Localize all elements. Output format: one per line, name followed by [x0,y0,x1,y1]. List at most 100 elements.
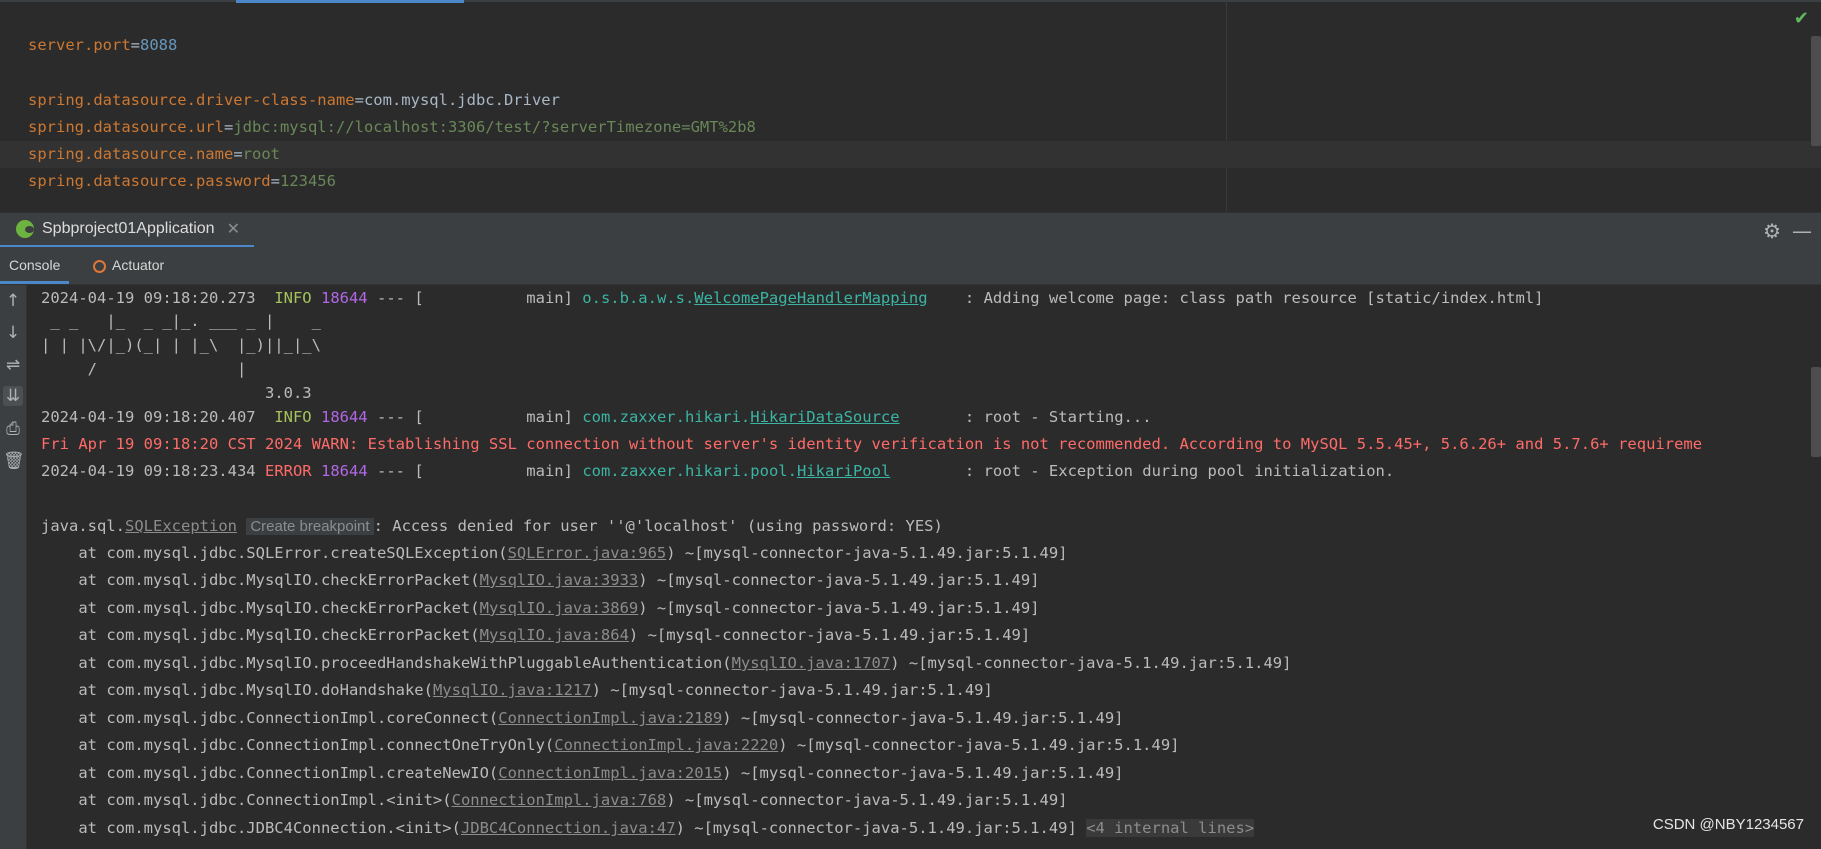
source-link[interactable]: MysqlIO.java:3933 [480,571,639,589]
check-icon: ✔ [1793,8,1809,29]
gear-icon[interactable]: ⚙ [1763,219,1781,243]
console-scrollbar[interactable] [1811,367,1821,457]
exception-class-link[interactable]: SQLException [125,517,237,535]
log-message: : Adding welcome page: class path resour… [927,289,1544,307]
log-timestamp: 2024-04-19 09:18:20.273 [41,289,256,307]
editor-scrollbar[interactable] [1811,36,1821,146]
stack-frame: at com.mysql.jdbc.SQLError.createSQLExce… [41,544,1068,562]
source-link[interactable]: MysqlIO.java:1217 [433,681,592,699]
equals-sign: = [233,145,243,163]
logger-class-link[interactable]: HikariPool [797,462,890,480]
run-config-tab[interactable]: Spbproject01Application ✕ [0,213,254,248]
stack-frame: at com.mysql.jdbc.MysqlIO.doHandshake(My… [41,681,993,699]
log-thread: --- [ main] [367,408,583,426]
soft-wrap-icon[interactable]: ⇌ [3,355,23,375]
log-thread: --- [ main] [367,289,583,307]
code-line[interactable]: server.port=8088 [28,32,177,59]
property-value: 8088 [140,36,178,54]
stack-frame: at com.mysql.jdbc.JDBC4Connection.<init>… [41,819,1255,837]
log-level-error: ERROR [264,462,312,480]
run-sub-tabs: Console Actuator [0,247,1821,285]
property-key: spring.datasource.password [28,172,271,190]
source-link[interactable]: MysqlIO.java:864 [480,626,629,644]
source-link[interactable]: JDBC4Connection.java:47 [461,819,676,837]
source-link[interactable]: ConnectionImpl.java:2189 [498,709,722,727]
property-value: root [242,145,280,163]
scroll-to-end-icon[interactable]: ⇊ [3,386,23,406]
log-pid: 18644 [321,462,368,480]
exception-message: : Access denied for user ''@'localhost' … [373,517,943,535]
log-timestamp: 2024-04-19 09:18:20.407 [41,408,256,426]
source-link[interactable]: MysqlIO.java:3869 [480,599,639,617]
stack-frame: at com.mysql.jdbc.MysqlIO.checkErrorPack… [41,626,1031,644]
internal-lines-fold[interactable]: <4 internal lines> [1086,819,1255,837]
console-toolbar: ↑ ↓ ⇌ ⇊ ⎙ 🗑 [0,285,27,849]
property-key: spring.datasource.driver-class-name [28,91,355,109]
code-line[interactable]: spring.datasource.driver-class-name=com.… [28,87,560,114]
code-line[interactable]: spring.datasource.url=jdbc:mysql://local… [28,114,756,141]
property-key: spring.datasource.name [28,145,234,163]
arrow-down-icon[interactable]: ↓ [3,323,23,343]
equals-sign: = [130,36,140,54]
exception-line: java.sql.SQLException Create breakpoint:… [41,513,943,540]
run-config-tab-label: Spbproject01Application [42,220,215,237]
log-message: : root - Exception during pool initializ… [890,462,1395,480]
tab-console[interactable]: Console [0,247,70,284]
right-margin-guide [1226,0,1227,212]
stack-frame: at com.mysql.jdbc.MysqlIO.checkErrorPack… [41,599,1040,617]
logger-package: com.zaxxer.hikari.pool. [582,462,797,480]
tab-actuator-label: Actuator [112,257,165,273]
run-tool-window-header: Spbproject01Application ✕ ⚙ — [0,212,1821,248]
property-value: com.mysql.jdbc.Driver [363,91,560,109]
log-message: : root - Starting... [899,408,1152,426]
print-icon[interactable]: ⎙ [3,419,23,439]
logger-name[interactable]: o.s.b.a.w.s.WelcomePageHandlerMapping [582,289,927,307]
close-icon[interactable]: ✕ [227,219,240,239]
logger-name[interactable]: com.zaxxer.hikari.pool.HikariPool [582,462,890,480]
tab-actuator[interactable]: Actuator [90,247,164,284]
source-link[interactable]: MysqlIO.java:1707 [732,654,891,672]
logger-name[interactable]: com.zaxxer.hikari.HikariDataSource [582,408,899,426]
logger-package: com.zaxxer.hikari. [582,408,751,426]
log-line: 2024-04-19 09:18:23.434 ERROR 18644 --- … [41,458,1394,485]
equals-sign: = [270,172,280,190]
property-key: spring.datasource.url [28,118,224,136]
log-level: INFO [274,408,312,426]
trash-icon[interactable]: 🗑 [3,451,25,471]
property-key: server.port [28,36,131,54]
source-link[interactable]: ConnectionImpl.java:2220 [554,736,778,754]
stack-frame: at com.mysql.jdbc.ConnectionImpl.coreCon… [41,709,1124,727]
banner-line: _ _ |_ _ _|_. ___ _ | _ [41,312,331,330]
log-level: INFO [274,289,312,307]
minimize-icon[interactable]: — [1792,219,1812,243]
create-breakpoint-button[interactable]: Create breakpoint [246,518,374,535]
source-link[interactable]: ConnectionImpl.java:768 [452,791,667,809]
log-timestamp: 2024-04-19 09:18:23.434 [41,462,256,480]
stack-frame: at com.mysql.jdbc.ConnectionImpl.createN… [41,764,1124,782]
arrow-up-icon[interactable]: ↑ [3,291,23,311]
stack-frame: at com.mysql.jdbc.MysqlIO.checkErrorPack… [41,571,1040,589]
source-link[interactable]: SQLError.java:965 [508,544,667,562]
logger-package: o.s.b.a.w.s. [582,289,695,307]
actuator-icon [90,257,106,273]
log-line: 2024-04-19 09:18:20.407 INFO 18644 --- [… [41,404,1152,431]
logger-class-link[interactable]: WelcomePageHandlerMapping [694,289,927,307]
equals-sign: = [354,91,364,109]
watermark: CSDN @NBY1234567 [1652,816,1804,833]
exception-package: java.sql. [41,517,125,535]
stack-frame: at com.mysql.jdbc.ConnectionImpl.<init>(… [41,791,1068,809]
spring-boot-icon [16,220,34,238]
banner-version: 3.0.3 [41,384,312,402]
logger-class-link[interactable]: HikariDataSource [750,408,899,426]
console-output[interactable]: 2024-04-19 09:18:20.273 INFO 18644 --- [… [27,285,1821,849]
log-thread: --- [ main] [367,462,583,480]
stack-frame: at com.mysql.jdbc.ConnectionImpl.connect… [41,736,1180,754]
log-pid: 18644 [320,408,368,426]
source-link[interactable]: ConnectionImpl.java:2015 [498,764,722,782]
code-line-current[interactable]: spring.datasource.name=root [0,141,1821,168]
properties-editor[interactable]: ✔ server.port=8088 spring.datasource.dri… [0,0,1821,212]
property-value: jdbc:mysql://localhost:3306/test/?server… [233,118,756,136]
banner-line: | | |\/|_)(_| | |_\ |_)||_|_\ [41,336,331,354]
warn-line: Fri Apr 19 09:18:20 CST 2024 WARN: Estab… [41,435,1703,453]
code-line[interactable]: spring.datasource.password=123456 [28,168,336,195]
